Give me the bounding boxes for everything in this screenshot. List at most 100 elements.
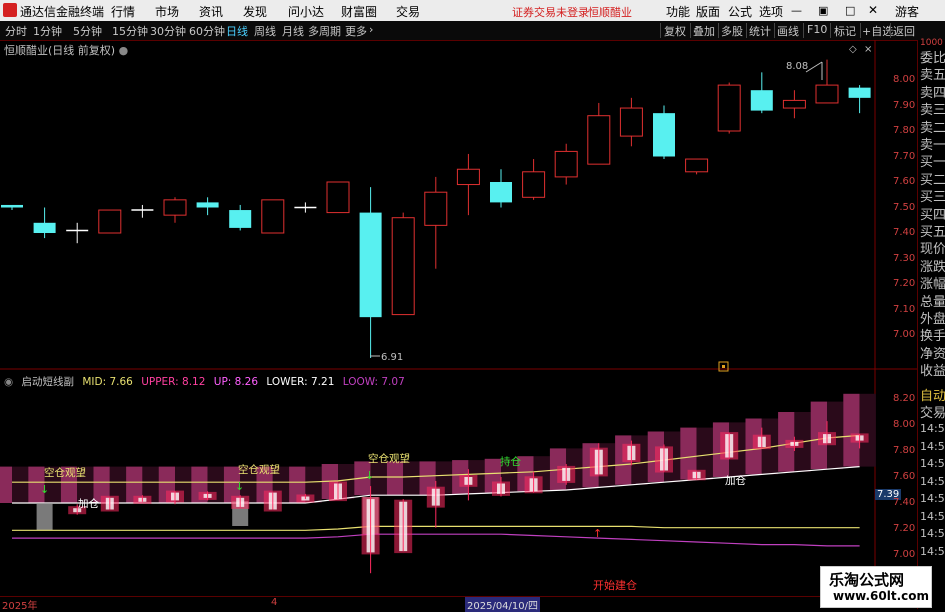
sidebar-item-18[interactable]: 收益 — [920, 360, 945, 379]
watermark-line2: www.60lt.com — [833, 589, 930, 603]
candle[interactable] — [815, 59, 839, 104]
candle[interactable] — [685, 158, 709, 175]
sidebar-time-1: 14:56 — [920, 439, 945, 453]
candle[interactable] — [261, 199, 285, 234]
indicator-candle — [720, 432, 739, 460]
main-y-tick: 7.20 — [893, 278, 916, 289]
indicator-candle — [394, 499, 413, 554]
sidebar-item-8[interactable]: 买三 — [920, 186, 945, 205]
candle[interactable] — [456, 153, 480, 216]
candle[interactable] — [131, 204, 154, 218]
main-y-tick: 7.00 — [893, 329, 916, 340]
svg-text:空仓观望: 空仓观望 — [368, 452, 410, 465]
sidebar-item-7[interactable]: 买二 — [920, 169, 945, 188]
candle[interactable] — [653, 105, 675, 160]
candle[interactable] — [587, 102, 611, 165]
indicator-band — [0, 393, 876, 534]
up-arrow-icon: ↑ — [593, 527, 602, 540]
sidebar-item-9[interactable]: 买四 — [920, 204, 945, 223]
candle[interactable] — [717, 82, 741, 134]
indicator-y-tick: 7.00 — [893, 549, 916, 560]
sidebar-time-7: 14:56 — [920, 544, 945, 558]
main-y-tick: 7.10 — [893, 303, 916, 315]
sidebar-item-16[interactable]: 换手 — [920, 325, 945, 344]
indicator-loow: LOOW: 7.07 — [342, 376, 405, 388]
sidebar-auto-1[interactable]: 交易 — [920, 402, 945, 421]
indicator-candle — [589, 443, 608, 477]
annotation-add-1: 加仓 — [78, 497, 99, 510]
sidebar-time-2: 14:56 — [920, 457, 945, 470]
sidebar-item-11[interactable]: 现价 — [920, 238, 945, 257]
candle[interactable] — [359, 187, 382, 358]
sidebar-item-0[interactable]: 委比 — [920, 47, 945, 66]
indicator-candle — [361, 486, 380, 574]
low-marker: 6.91 — [370, 352, 403, 363]
candlestick-series — [1, 59, 871, 358]
candle[interactable] — [490, 169, 512, 208]
candle[interactable] — [294, 202, 317, 213]
candle[interactable] — [619, 97, 643, 147]
sidebar-item-17[interactable]: 净资 — [920, 343, 945, 362]
indicator-y-tick: 8.00 — [893, 419, 916, 430]
candle[interactable] — [98, 209, 122, 234]
candle[interactable] — [196, 197, 219, 216]
candle[interactable] — [163, 197, 187, 223]
sidebar-item-5[interactable]: 卖一 — [920, 134, 945, 153]
down-arrow-icon: ↓ — [40, 483, 49, 496]
candle[interactable] — [326, 181, 350, 214]
low-marker-label: 6.91 — [381, 352, 403, 363]
candle[interactable] — [848, 85, 871, 114]
indicator-lower: LOWER: 7.21 — [266, 376, 335, 388]
sidebar-item-4[interactable]: 卖二 — [920, 117, 945, 136]
main-y-tick: 7.40 — [893, 227, 916, 238]
sidebar-item-6[interactable]: 买一 — [920, 151, 945, 170]
candle[interactable] — [1, 204, 23, 211]
main-y-tick: 7.70 — [893, 150, 916, 162]
annotation-build: 开始建仓 — [593, 578, 637, 592]
down-arrow-icon: ↓ — [365, 469, 374, 482]
candle[interactable] — [391, 212, 415, 316]
indicator-settings-icon[interactable]: ◉ — [4, 376, 13, 388]
sidebar-item-2[interactable]: 卖四 — [920, 82, 945, 101]
indicator-up: UP: 8.26 — [213, 376, 259, 388]
diamond-icon: ◇ — [849, 44, 857, 55]
sidebar-item-3[interactable]: 卖三 — [920, 99, 945, 118]
candle[interactable] — [33, 207, 56, 239]
sidebar-item-12[interactable]: 涨跌 — [920, 256, 945, 275]
chart-canvas[interactable]: 8.08 6.91 ◇ × 空仓观望 ↓ 空仓观望 ↓ 空仓观望 ↓ 加仓 加仓… — [0, 0, 945, 609]
candle[interactable] — [782, 90, 806, 119]
sidebar-item-10[interactable]: 买五 — [920, 221, 945, 240]
candle[interactable] — [750, 72, 773, 114]
indicator-candle — [198, 491, 217, 501]
indicator-y-tick: 8.20 — [893, 393, 916, 404]
date-cursor: 2025/04/10/四 — [465, 597, 541, 612]
candle[interactable] — [66, 222, 89, 244]
sidebar-item-1[interactable]: 卖五 — [920, 64, 945, 83]
indicator-mid: MID: 7.66 — [82, 376, 133, 388]
main-y-tick: 7.80 — [893, 125, 916, 136]
indicator-candle — [231, 495, 250, 509]
indicator-y-tick: 7.60 — [893, 471, 916, 482]
main-y-tick: 7.90 — [893, 99, 916, 111]
settings-gear-icon[interactable]: ● — [119, 44, 129, 57]
candle[interactable] — [229, 204, 252, 231]
sidebar-time-3: 14:56 — [920, 474, 945, 488]
candle[interactable] — [424, 176, 448, 269]
indicator-title: ◉ 启动短线副 MID: 7.66 UPPER: 8.12 UP: 8.26 L… — [4, 374, 410, 389]
loow-line — [12, 533, 860, 547]
indicator-candle — [263, 490, 282, 512]
sidebar-item-13[interactable]: 涨幅 — [920, 273, 945, 292]
band-column — [843, 393, 876, 467]
sidebar-time-4: 14:56 — [920, 492, 945, 505]
sidebar-item-15[interactable]: 外盘 — [920, 308, 945, 327]
indicator-y-tick: 7.80 — [893, 445, 916, 456]
candle[interactable] — [554, 143, 578, 185]
candle[interactable] — [522, 159, 546, 200]
annotation-hold: 持仓 — [500, 455, 521, 468]
close-pane-icon: × — [864, 44, 872, 55]
indicator-candle — [426, 480, 445, 528]
indicator-y-tick: 7.20 — [893, 523, 916, 534]
sidebar-item-14[interactable]: 总量 — [920, 291, 945, 310]
indicator-candle — [329, 481, 347, 502]
sidebar-time-6: 14:56 — [920, 527, 945, 540]
